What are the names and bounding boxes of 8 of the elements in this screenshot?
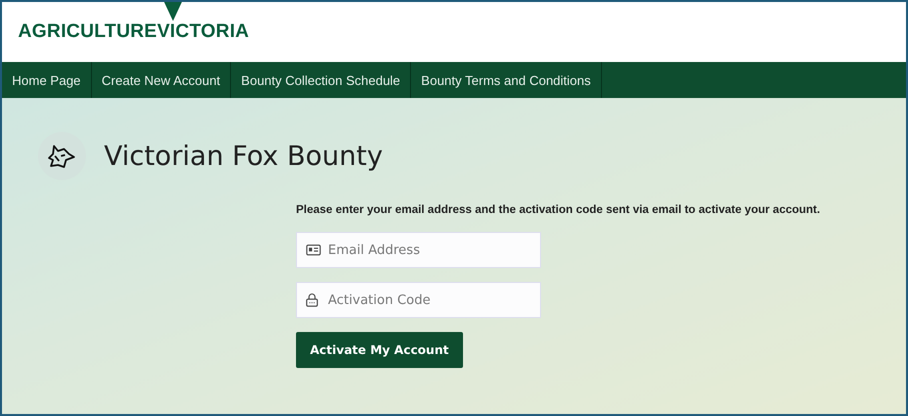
instructions-text: Please enter your email address and the activation code sent via email to activate your account. — [296, 204, 820, 216]
triangle-logo-icon — [163, 2, 184, 21]
input-field[interactable]: Email Address — [296, 232, 541, 268]
activate-button[interactable]: Activate My Account — [296, 332, 463, 368]
logo-text: AGRICULTURE — [18, 21, 158, 43]
input-field[interactable]: Activation Code — [296, 282, 541, 318]
page-title: Victorian Fox Bounty — [104, 140, 383, 172]
logo-text: VICTORIA — [157, 21, 250, 42]
